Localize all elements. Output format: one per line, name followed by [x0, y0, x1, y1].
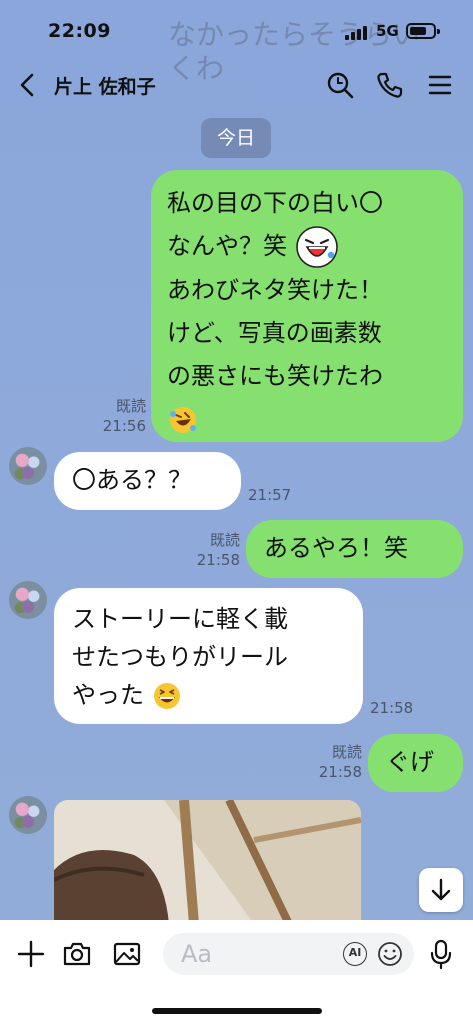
phone-icon[interactable]: [375, 70, 405, 100]
message-text: やった: [72, 681, 144, 709]
message-meta: 既読 21:56: [94, 396, 146, 437]
ai-label: AI: [348, 946, 362, 959]
message-bubble-sent[interactable]: あるやろ！笑: [246, 520, 463, 578]
laughing-face-sticker-icon: [295, 226, 338, 268]
message-text: ぐげ: [386, 748, 434, 776]
message-line: せたつもりがリール: [72, 643, 288, 671]
message-line: なんや？笑: [167, 225, 447, 269]
message-meta: 既読 21:58: [310, 742, 362, 783]
message-line: あわびネタ笑けた！: [167, 276, 383, 304]
signal-icon: [345, 26, 367, 40]
message-text: 〇ある？？: [72, 466, 192, 494]
status-bar: なかったらそうらいくわ 22:09 5G: [0, 0, 473, 85]
input-placeholder: Aa: [181, 940, 213, 968]
camera-icon[interactable]: [61, 938, 93, 970]
message-input-bar: Aa AI: [0, 920, 473, 1024]
scroll-to-bottom-button[interactable]: [419, 868, 463, 912]
rolling-laughing-emoji-icon: [170, 407, 196, 433]
message-bubble-sent[interactable]: 私の目の下の白い〇 なんや？笑 あわびネタ笑けた！ けど、写真の画素数 の悪さに…: [151, 170, 463, 442]
message-bubble-received[interactable]: ストーリーに軽く載 せたつもりがリール やった: [54, 588, 363, 724]
read-receipt: 既読: [115, 397, 146, 415]
chat-header: 片上 佐和子: [0, 60, 473, 110]
grinning-squinting-emoji-icon: [153, 683, 180, 709]
read-receipt: 既読: [209, 531, 240, 549]
ai-button[interactable]: AI: [343, 942, 367, 966]
message-time: 21:58: [196, 551, 240, 570]
message-bubble-received[interactable]: 〇ある？？: [54, 452, 241, 510]
read-receipt: 既読: [331, 743, 362, 761]
status-time: 22:09: [48, 20, 111, 42]
arrow-down-icon: [431, 878, 451, 901]
image-icon[interactable]: [111, 938, 143, 970]
message-line: [167, 398, 447, 441]
avatar[interactable]: [9, 796, 47, 834]
home-indicator: [152, 1008, 322, 1014]
message-line: けど、写真の画素数: [167, 319, 382, 347]
microphone-icon[interactable]: [425, 938, 457, 970]
message-line: ストーリーに軽く載: [72, 605, 288, 633]
message-line: やった: [72, 676, 345, 714]
message-line: の悪さにも笑けたわ: [167, 362, 383, 390]
emoji-icon[interactable]: [377, 941, 403, 967]
message-time: 21:58: [370, 699, 414, 717]
message-input[interactable]: Aa AI: [163, 933, 414, 975]
photo-message[interactable]: [54, 800, 361, 924]
message-time: 21:56: [102, 417, 146, 436]
message-text: なんや？笑: [167, 232, 287, 260]
network-label: 5G: [376, 22, 399, 40]
battery-icon: [406, 23, 440, 39]
menu-icon[interactable]: [425, 70, 455, 100]
back-icon[interactable]: [16, 72, 40, 98]
date-separator: 今日: [201, 118, 271, 158]
message-text: あるやろ！笑: [264, 534, 408, 562]
message-time: 21:58: [318, 763, 362, 782]
plus-icon[interactable]: [15, 938, 47, 970]
avatar[interactable]: [9, 581, 47, 619]
photo-image: [54, 800, 361, 924]
message-time: 21:57: [248, 486, 292, 504]
search-icon[interactable]: [325, 70, 355, 100]
avatar[interactable]: [9, 447, 47, 485]
chat-title[interactable]: 片上 佐和子: [54, 72, 156, 99]
message-bubble-sent[interactable]: ぐげ: [368, 734, 463, 792]
message-meta: 既読 21:58: [188, 530, 240, 571]
message-line: 私の目の下の白い〇: [167, 189, 383, 217]
chat-screen: なかったらそうらいくわ 22:09 5G 片上 佐和子 今日 私の目の下の白い〇…: [0, 0, 473, 1024]
